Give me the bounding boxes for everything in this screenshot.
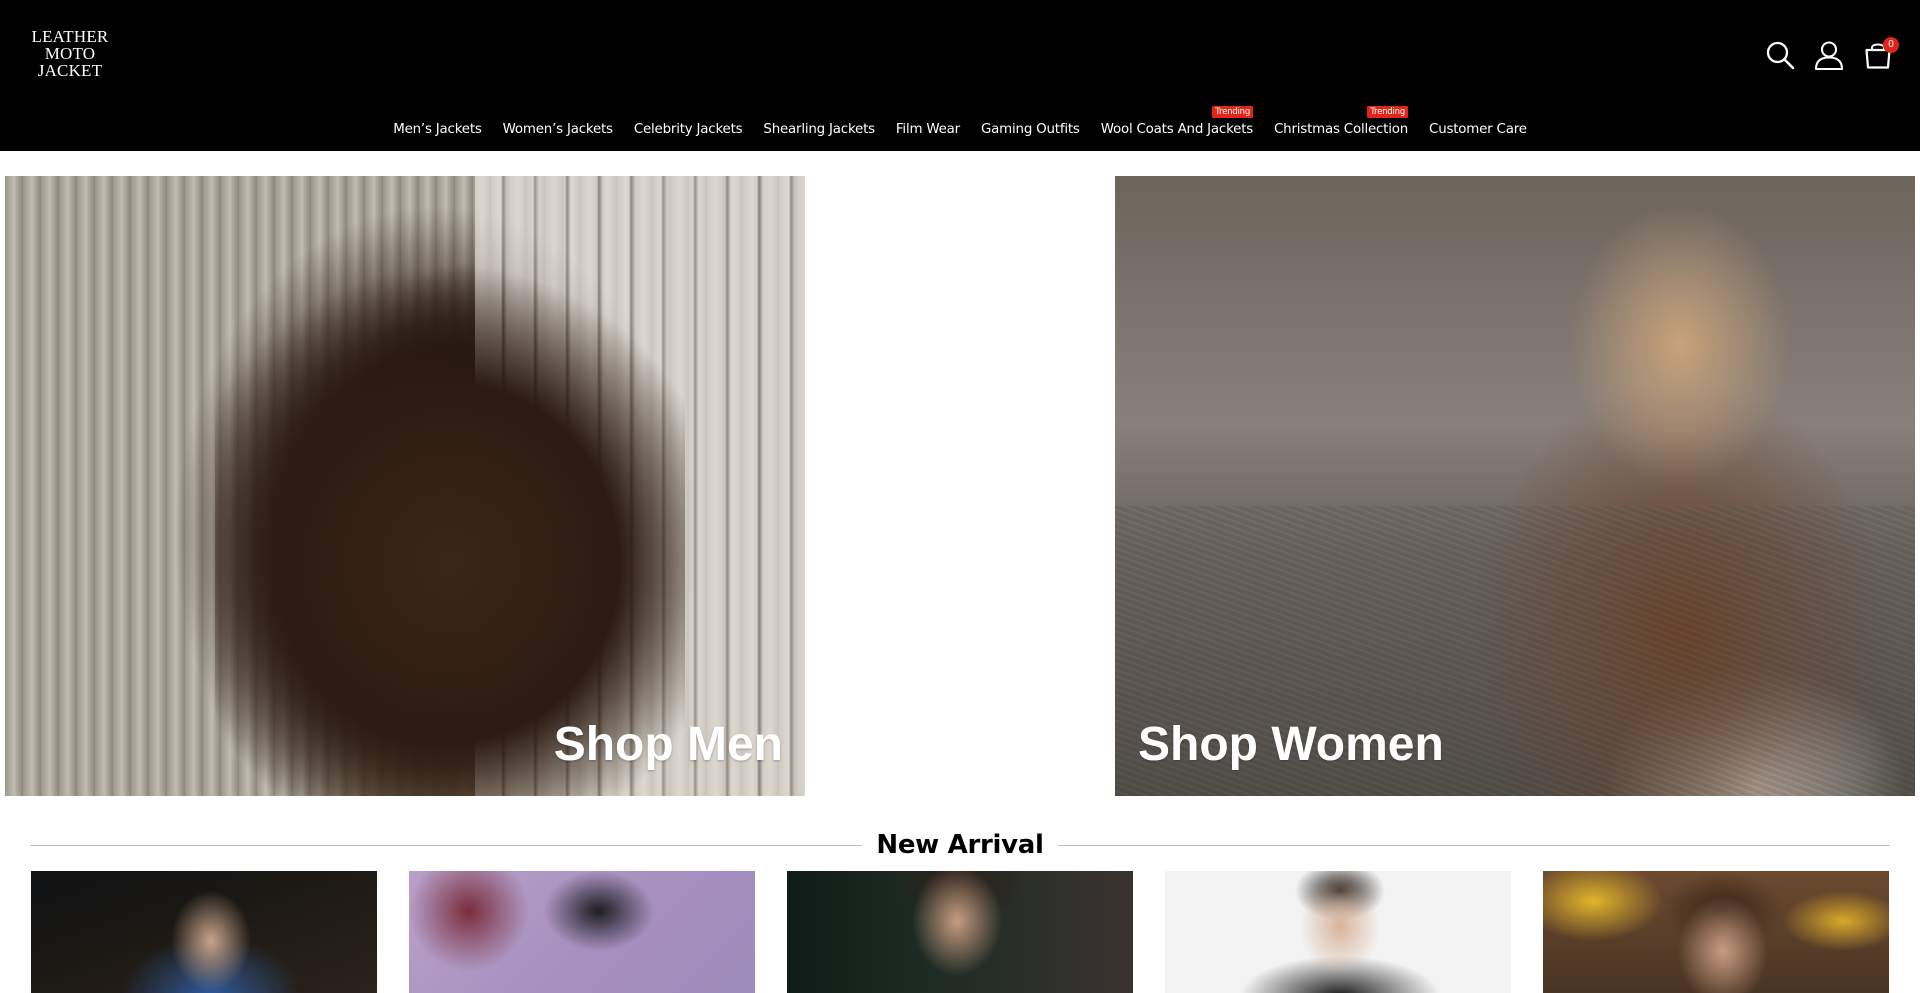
nav-label: Women’s Jackets <box>502 122 613 137</box>
shop-women-label: Shop Women <box>1138 718 1444 771</box>
nav-label: Men’s Jackets <box>393 122 482 137</box>
search-button[interactable] <box>1764 38 1796 72</box>
search-icon <box>1766 41 1795 70</box>
divider-right <box>1057 844 1890 846</box>
product-card-4[interactable] <box>1165 871 1511 993</box>
nav-item-womens-jackets[interactable]: Women’s Jackets <box>503 122 613 137</box>
nav-label: Celebrity Jackets <box>633 122 743 137</box>
cart-count-badge: 0 <box>1883 37 1899 53</box>
nav-label: Shearling Jackets <box>763 122 875 137</box>
shop-men-banner[interactable]: Shop Men <box>5 176 805 796</box>
nav-label: Film Wear <box>895 122 960 137</box>
shop-men-label: Shop Men <box>553 718 783 771</box>
nav-item-shearling-jackets[interactable]: Shearling Jackets <box>763 122 875 137</box>
shop-women-banner[interactable]: Shop Women <box>1115 176 1915 796</box>
nav-label: Gaming Outfits <box>980 122 1080 137</box>
nav-label: Wool Coats And Jackets <box>1100 122 1254 137</box>
header-actions: 0 <box>1764 37 1899 72</box>
nav-item-mens-jackets[interactable]: Men’s Jackets <box>393 122 482 137</box>
logo-line-3: JACKET <box>37 61 103 80</box>
account-button[interactable] <box>1813 38 1845 72</box>
site-header: LEATHER MOTO JACKET 0 Men’s Jackets Wome… <box>0 0 1920 151</box>
divider-left <box>30 844 863 846</box>
nav-item-customer-care[interactable]: Customer Care <box>1429 122 1527 137</box>
nav-item-gaming-outfits[interactable]: Gaming Outfits <box>981 122 1080 137</box>
new-arrival-heading: New Arrival <box>30 828 1890 862</box>
nav-item-film-wear[interactable]: Film Wear <box>896 122 960 137</box>
product-card-5[interactable] <box>1543 871 1889 993</box>
trending-badge: Trending <box>1367 106 1409 118</box>
nav-item-christmas-collection[interactable]: Trending Christmas Collection <box>1274 106 1409 137</box>
account-icon <box>1814 41 1844 70</box>
nav-item-celebrity-jackets[interactable]: Celebrity Jackets <box>634 122 743 137</box>
logo-line-1: LEATHER <box>31 27 109 46</box>
product-card-1[interactable] <box>31 871 377 993</box>
nav-item-wool-coats[interactable]: Trending Wool Coats And Jackets <box>1100 106 1254 137</box>
nav-label: Christmas Collection <box>1274 122 1409 137</box>
main-nav: Men’s Jackets Women’s Jackets Celebrity … <box>0 106 1920 137</box>
product-card-3[interactable] <box>787 871 1133 993</box>
trending-badge: Trending <box>1212 106 1254 118</box>
site-logo[interactable]: LEATHER MOTO JACKET <box>26 28 114 79</box>
section-title: New Arrival <box>876 830 1044 860</box>
logo-line-2: MOTO <box>44 44 96 63</box>
product-card-2[interactable] <box>409 871 755 993</box>
cart-button[interactable]: 0 <box>1862 37 1899 72</box>
nav-label: Customer Care <box>1429 122 1527 137</box>
new-arrival-products <box>31 871 1891 993</box>
